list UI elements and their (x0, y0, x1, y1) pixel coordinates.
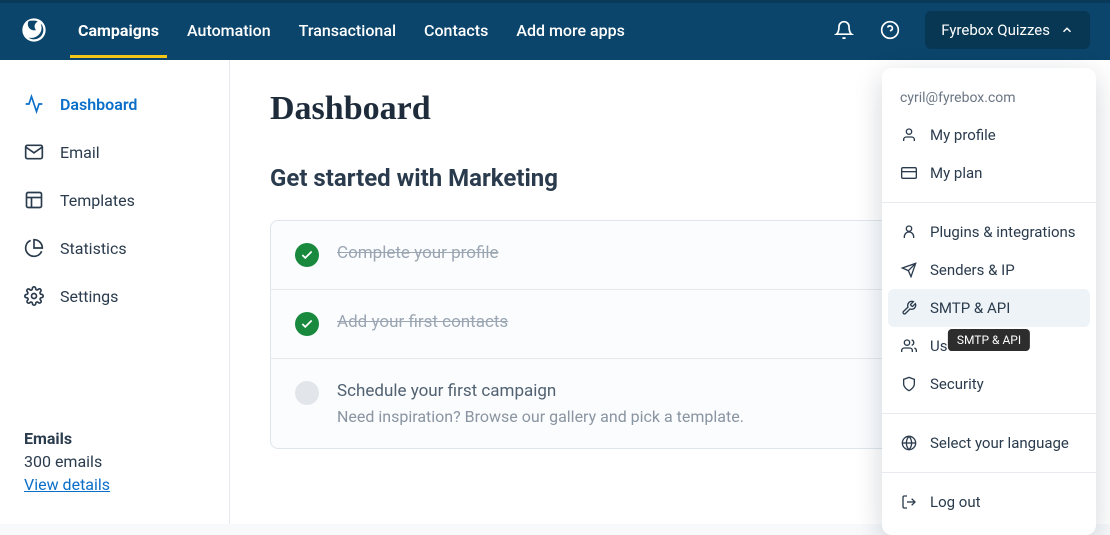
dropdown-security[interactable]: Security (882, 365, 1096, 403)
dropdown-senders[interactable]: Senders & IP (882, 251, 1096, 289)
dropdown-smtp-api[interactable]: SMTP & API SMTP & API (888, 289, 1090, 327)
tooltip: SMTP & API (948, 329, 1030, 351)
sidebar: Dashboard Email Templates Statistics Set… (0, 60, 230, 524)
sidebar-item-label: Statistics (60, 239, 127, 258)
mail-icon (24, 142, 44, 162)
dropdown-item-label: My profile (930, 126, 996, 144)
dropdown-logout[interactable]: Log out (882, 483, 1096, 521)
account-menu-button[interactable]: Fyrebox Quizzes (925, 11, 1090, 49)
sidebar-footer: Emails 300 emails View details (0, 429, 229, 524)
nav-contacts[interactable]: Contacts (424, 3, 488, 58)
sidebar-item-dashboard[interactable]: Dashboard (0, 80, 229, 128)
sidebar-item-settings[interactable]: Settings (0, 272, 229, 320)
sidebar-item-label: Templates (60, 191, 135, 210)
send-icon (900, 261, 918, 279)
dropdown-item-label: Select your language (930, 434, 1069, 452)
check-done-icon (295, 312, 319, 336)
dropdown-item-label: SMTP & API (930, 299, 1010, 317)
emails-heading: Emails (24, 429, 205, 448)
layout-icon (24, 190, 44, 210)
sidebar-item-label: Email (60, 143, 100, 162)
account-label: Fyrebox Quizzes (941, 21, 1050, 39)
shield-icon (900, 375, 918, 393)
dropdown-my-plan[interactable]: My plan (882, 154, 1096, 192)
pie-chart-icon (24, 238, 44, 258)
activity-icon (24, 94, 44, 114)
globe-icon (900, 434, 918, 452)
sidebar-item-statistics[interactable]: Statistics (0, 224, 229, 272)
dropdown-item-label: My plan (930, 164, 982, 182)
nav-automation[interactable]: Automation (187, 3, 271, 58)
dropdown-item-label: Security (930, 375, 984, 393)
sidebar-item-templates[interactable]: Templates (0, 176, 229, 224)
dropdown-language[interactable]: Select your language (882, 424, 1096, 462)
chevron-up-icon (1060, 23, 1074, 37)
emails-count: 300 emails (24, 452, 205, 471)
user-icon (900, 126, 918, 144)
dropdown-separator (882, 413, 1096, 414)
sidebar-item-email[interactable]: Email (0, 128, 229, 176)
logout-icon (900, 493, 918, 511)
dropdown-plugins[interactable]: Plugins & integrations (882, 213, 1096, 251)
task-title: Complete your profile (337, 243, 499, 263)
task-title: Add your first contacts (337, 312, 508, 332)
dropdown-separator (882, 472, 1096, 473)
bell-icon[interactable] (833, 19, 855, 41)
dropdown-my-profile[interactable]: My profile (882, 116, 1096, 154)
dropdown-item-label: Log out (930, 493, 981, 511)
nav-add-apps[interactable]: Add more apps (516, 3, 625, 58)
check-pending-icon (295, 381, 319, 405)
gear-icon (24, 286, 44, 306)
check-done-icon (295, 243, 319, 267)
wrench-icon (900, 299, 918, 317)
plugin-icon (900, 223, 918, 241)
dropdown-item-label: Senders & IP (930, 261, 1015, 279)
dropdown-item-label: Plugins & integrations (930, 223, 1076, 241)
users-icon (900, 337, 918, 355)
nav-campaigns[interactable]: Campaigns (78, 3, 159, 58)
account-dropdown: cyril@fyrebox.com My profile My plan Plu… (882, 68, 1096, 535)
credit-card-icon (900, 164, 918, 182)
main-nav: Campaigns Automation Transactional Conta… (78, 3, 625, 58)
app-logo[interactable] (20, 16, 48, 44)
sidebar-item-label: Dashboard (60, 95, 137, 114)
top-navbar: Campaigns Automation Transactional Conta… (0, 0, 1110, 60)
dropdown-separator (882, 202, 1096, 203)
view-details-link[interactable]: View details (24, 475, 205, 494)
task-subtitle: Need inspiration? Browse our gallery and… (337, 407, 744, 426)
sidebar-item-label: Settings (60, 287, 118, 306)
help-icon[interactable] (879, 19, 901, 41)
account-email: cyril@fyrebox.com (882, 82, 1096, 116)
task-title: Schedule your first campaign (337, 381, 744, 401)
nav-transactional[interactable]: Transactional (299, 3, 396, 58)
